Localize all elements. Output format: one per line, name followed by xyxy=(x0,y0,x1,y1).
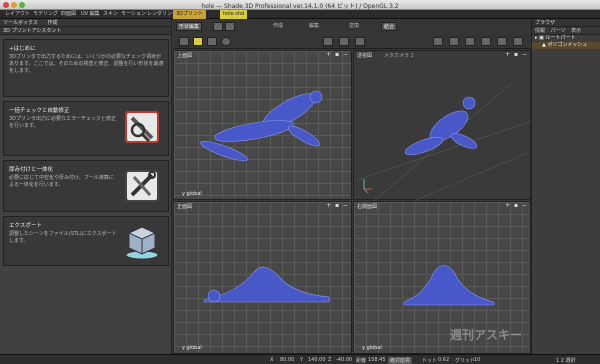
shape-edit-button[interactable]: 形状編集 xyxy=(176,22,203,31)
join-label: 結合 xyxy=(384,24,395,30)
snap-toggle-icon[interactable] xyxy=(193,37,203,46)
viewport-front-controls[interactable]: + ▪ − xyxy=(326,202,349,209)
tool-e-icon[interactable] xyxy=(449,37,459,46)
viewport-top-axis: y global xyxy=(182,191,202,197)
card-check-fix-desc: 3Dプリンタ出力に必要なエラーチェックと修正を行います。 xyxy=(9,116,117,129)
status-x[interactable]: 80.00 xyxy=(280,357,294,363)
left-panel: ツールボックス 作成 3D プリントアシスタント +はじめに 3Dプリンタで出力… xyxy=(0,19,172,354)
tool-f-icon[interactable] xyxy=(465,37,475,46)
tab-3d-print[interactable]: 3Dプリント xyxy=(173,10,207,19)
viewport-perspective-label: 透視図 xyxy=(357,53,373,59)
tool-g-icon[interactable] xyxy=(481,37,491,46)
tools-icon xyxy=(125,170,159,202)
edit-group-label: 編集 xyxy=(309,23,320,29)
mesh-figure-top xyxy=(200,90,323,162)
assistant-label: 3D プリントアシスタント xyxy=(3,28,62,34)
cursor-icon[interactable] xyxy=(225,22,235,31)
viewport-right-label: 右側面図 xyxy=(357,204,378,210)
window-titlebar: hole — Shade 3D Professional ver.14.1.0 … xyxy=(0,0,600,10)
assistant-bar: 3D プリントアシスタント xyxy=(0,27,171,35)
viewport-top-label: 上面図 xyxy=(177,53,193,59)
toolbox-label[interactable]: ツールボックス xyxy=(3,20,38,26)
status-y[interactable]: 140.00 xyxy=(308,357,326,363)
tool-c-icon[interactable] xyxy=(355,37,365,46)
viewport-front-label: 正面図 xyxy=(177,204,193,210)
tool-a-icon[interactable] xyxy=(323,37,333,46)
status-y-label: Y xyxy=(300,357,304,363)
cube-export-icon xyxy=(125,226,159,260)
watermark: 週刊アスキー xyxy=(449,328,522,342)
join-button[interactable]: 結合 xyxy=(381,22,398,31)
wrench-magnifier-icon xyxy=(125,111,159,143)
viewport-right-axis: y global xyxy=(362,345,382,351)
card-intro[interactable]: +はじめに 3Dプリンタで出力するためには、いくつかの必要なチェック項目がありま… xyxy=(3,39,169,97)
status-selection: 1 2 選択 xyxy=(556,358,576,364)
browser-tab-parts[interactable]: パーツ xyxy=(551,28,566,34)
tab-modeling[interactable]: モデリング xyxy=(30,10,61,19)
camera-icon[interactable] xyxy=(213,22,223,31)
tool-d-icon[interactable] xyxy=(433,37,443,46)
status-dist-label: 距離 xyxy=(356,358,367,364)
viewport-top[interactable]: 上面図 + ▪ − y global xyxy=(173,50,352,200)
mesh-figure-front xyxy=(203,266,330,303)
card-export[interactable]: エクスポート 調整したシーンをファイル(STL)にエクスポートします。 xyxy=(3,216,169,266)
workspace-tabs: レイアウト モデリング 四面図 UV 編集 スキン モーション レンダリング 3… xyxy=(0,10,600,19)
tree-root-part[interactable]: ▸ ▣ ルートパート xyxy=(532,35,600,42)
card-check-fix[interactable]: 一括チェックと自動修正 3Dプリンタ出力に必要なエラーチェックと修正を行います。 xyxy=(3,101,169,156)
viewport-front-axis: y global xyxy=(182,345,202,351)
toolbox-bar: ツールボックス 作成 xyxy=(0,19,171,27)
viewport-perspective[interactable]: 透視図 メタカメラ 1 + ▪ − xyxy=(353,50,532,201)
status-z-label: Z xyxy=(328,357,332,363)
main-toolbar: 形状編集 作成 編集 変換 結合 xyxy=(173,19,531,49)
browser-tab-info[interactable]: 情報 xyxy=(535,28,545,34)
tool-b-icon[interactable] xyxy=(339,37,349,46)
viewport-right-controls[interactable]: + ▪ − xyxy=(505,202,528,209)
card-export-desc: 調整したシーンをファイル(STL)にエクスポートします。 xyxy=(9,231,117,244)
status-x-label: X xyxy=(270,357,274,363)
card-intro-title: +はじめに xyxy=(9,46,36,52)
viewport-perspective-controls[interactable]: + ▪ − xyxy=(505,51,528,58)
viewport-perspective-camera[interactable]: メタカメラ 1 xyxy=(384,52,414,59)
status-bar: X 80.00 Y 140.00 Z -40.00 距離 158.45 絶対座標… xyxy=(0,354,600,364)
browser-tab-display[interactable]: 表示 xyxy=(571,28,581,34)
tool-h-icon[interactable] xyxy=(497,37,507,46)
folder-icon: ▸ ▣ xyxy=(535,35,546,41)
tree-root-label: ルートパート xyxy=(545,35,576,41)
shape-edit-label: 形状編集 xyxy=(179,24,200,30)
window-title: hole — Shade 3D Professional ver.14.1.0 … xyxy=(201,3,399,10)
status-dot[interactable]: 0.62 xyxy=(438,357,449,363)
create-label[interactable]: 作成 xyxy=(47,20,57,26)
viewport-right[interactable]: 右側面図 + ▪ − y global 週刊アスキー xyxy=(353,201,531,354)
card-thickness-union[interactable]: 厚み付けと一体化 必要に応じて中空化や厚み付け、ブール演算による一体化を行います… xyxy=(3,160,169,212)
mesh-figure-right xyxy=(403,265,495,306)
card-thickness-desc: 必要に応じて中空化や厚み付け、ブール演算による一体化を行います。 xyxy=(9,175,114,188)
viewport-top-controls[interactable]: + ▪ − xyxy=(326,51,349,58)
viewport-front[interactable]: 正面図 + ▪ − y global xyxy=(173,201,352,354)
status-grid-label: グリッド xyxy=(455,358,476,364)
tab-uv-edit[interactable]: UV 編集 xyxy=(78,10,103,19)
create-group-label: 作成 xyxy=(273,23,284,29)
tree-polygon-mesh[interactable]: ▲ ポリゴンメッシュ xyxy=(532,42,600,49)
tree-mesh-label: ポリゴンメッシュ xyxy=(547,42,588,48)
browser-panel: ブラウザ 情報 パーツ 表示 ▸ ▣ ルートパート ▲ ポリゴンメッシュ xyxy=(531,19,600,354)
status-z[interactable]: -40.00 xyxy=(336,357,352,363)
grid-icon[interactable] xyxy=(179,37,189,46)
browser-header: ブラウザ xyxy=(532,19,600,27)
card-intro-desc: 3Dプリンタで出力するためには、いくつかの必要なチェック項目があります。ここでは… xyxy=(9,54,164,74)
tool-i-icon[interactable] xyxy=(513,37,523,46)
status-dist: 158.45 xyxy=(368,357,386,363)
perspective-scene xyxy=(354,80,532,201)
coord-mode-select[interactable]: 絶対座標 xyxy=(388,357,413,364)
transform-group-label: 変換 xyxy=(349,23,360,29)
display-mode-icon[interactable] xyxy=(207,37,217,46)
tab-document[interactable]: hole.shd xyxy=(220,10,248,19)
status-dot-label: ドット xyxy=(422,358,438,364)
tab-layout[interactable]: レイアウト xyxy=(2,10,33,19)
render-icon[interactable] xyxy=(221,37,231,46)
browser-tabs: 情報 パーツ 表示 xyxy=(532,27,600,35)
status-grid[interactable]: 10 xyxy=(474,357,480,363)
tab-four-view[interactable]: 四面図 xyxy=(58,10,79,19)
